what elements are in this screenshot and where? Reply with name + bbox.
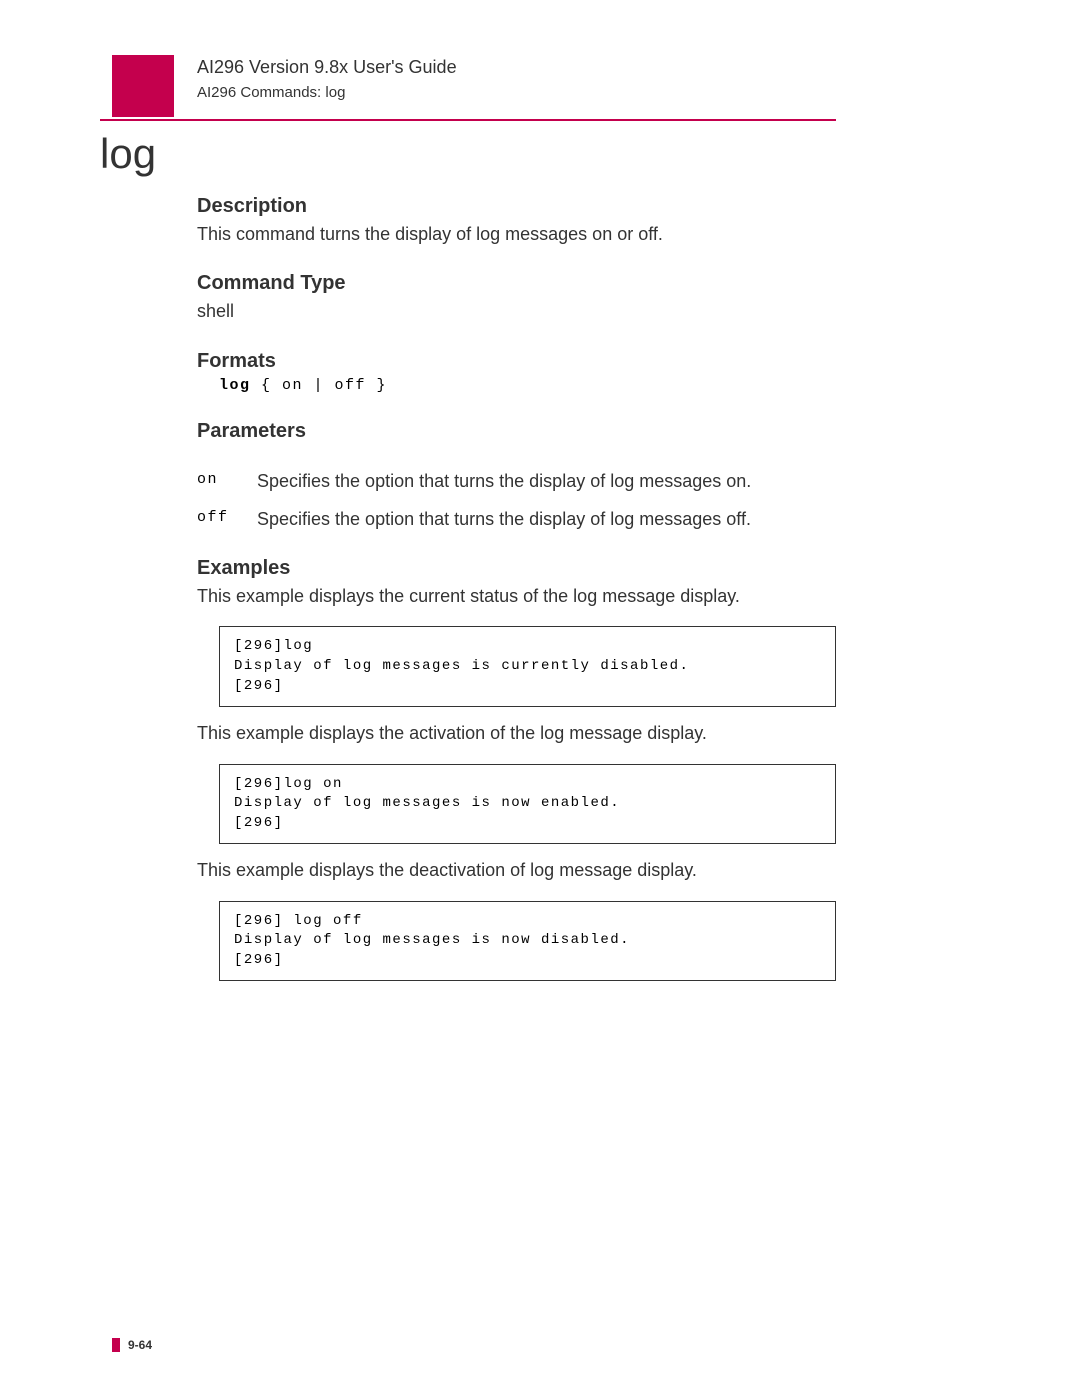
example-code-box: [296] log off Display of log messages is… <box>219 901 836 982</box>
formats-args: { on | off } <box>251 377 388 394</box>
formats-code: log { on | off } <box>219 377 836 394</box>
param-name: off <box>197 507 257 531</box>
example-intro: This example displays the deactivation o… <box>197 858 836 882</box>
header-subtitle: AI296 Commands: log <box>197 84 457 101</box>
description-heading: Description <box>197 195 836 218</box>
param-name: on <box>197 469 257 493</box>
footer: 9-64 <box>112 1338 152 1352</box>
formats-heading: Formats <box>197 350 836 373</box>
page-title: log <box>100 130 156 178</box>
example-intro: This example displays the activation of … <box>197 721 836 745</box>
param-row: off Specifies the option that turns the … <box>197 507 836 531</box>
example-code-box: [296]log on Display of log messages is n… <box>219 764 836 845</box>
examples-heading: Examples <box>197 557 836 580</box>
header-accent-block <box>112 55 174 117</box>
footer-accent-block <box>112 1338 120 1352</box>
content-area: Description This command turns the displ… <box>197 195 836 987</box>
parameters-heading: Parameters <box>197 420 836 443</box>
param-row: on Specifies the option that turns the d… <box>197 469 836 493</box>
description-text: This command turns the display of log me… <box>197 222 836 246</box>
example-code: [296] log off Display of log messages is… <box>234 912 821 971</box>
header-text-block: AI296 Version 9.8x User's Guide AI296 Co… <box>197 57 457 101</box>
command-type-text: shell <box>197 299 836 323</box>
header-rule <box>100 119 836 121</box>
parameters-table: on Specifies the option that turns the d… <box>197 469 836 532</box>
param-desc: Specifies the option that turns the disp… <box>257 469 751 493</box>
example-code: [296]log on Display of log messages is n… <box>234 775 821 834</box>
example-intro: This example displays the current status… <box>197 584 836 608</box>
formats-cmd: log <box>219 377 251 394</box>
example-code-box: [296]log Display of log messages is curr… <box>219 626 836 707</box>
example-code: [296]log Display of log messages is curr… <box>234 637 821 696</box>
header-title: AI296 Version 9.8x User's Guide <box>197 57 457 78</box>
command-type-heading: Command Type <box>197 272 836 295</box>
page-number: 9-64 <box>128 1338 152 1352</box>
page-container: AI296 Version 9.8x User's Guide AI296 Co… <box>0 0 1080 1397</box>
param-desc: Specifies the option that turns the disp… <box>257 507 751 531</box>
